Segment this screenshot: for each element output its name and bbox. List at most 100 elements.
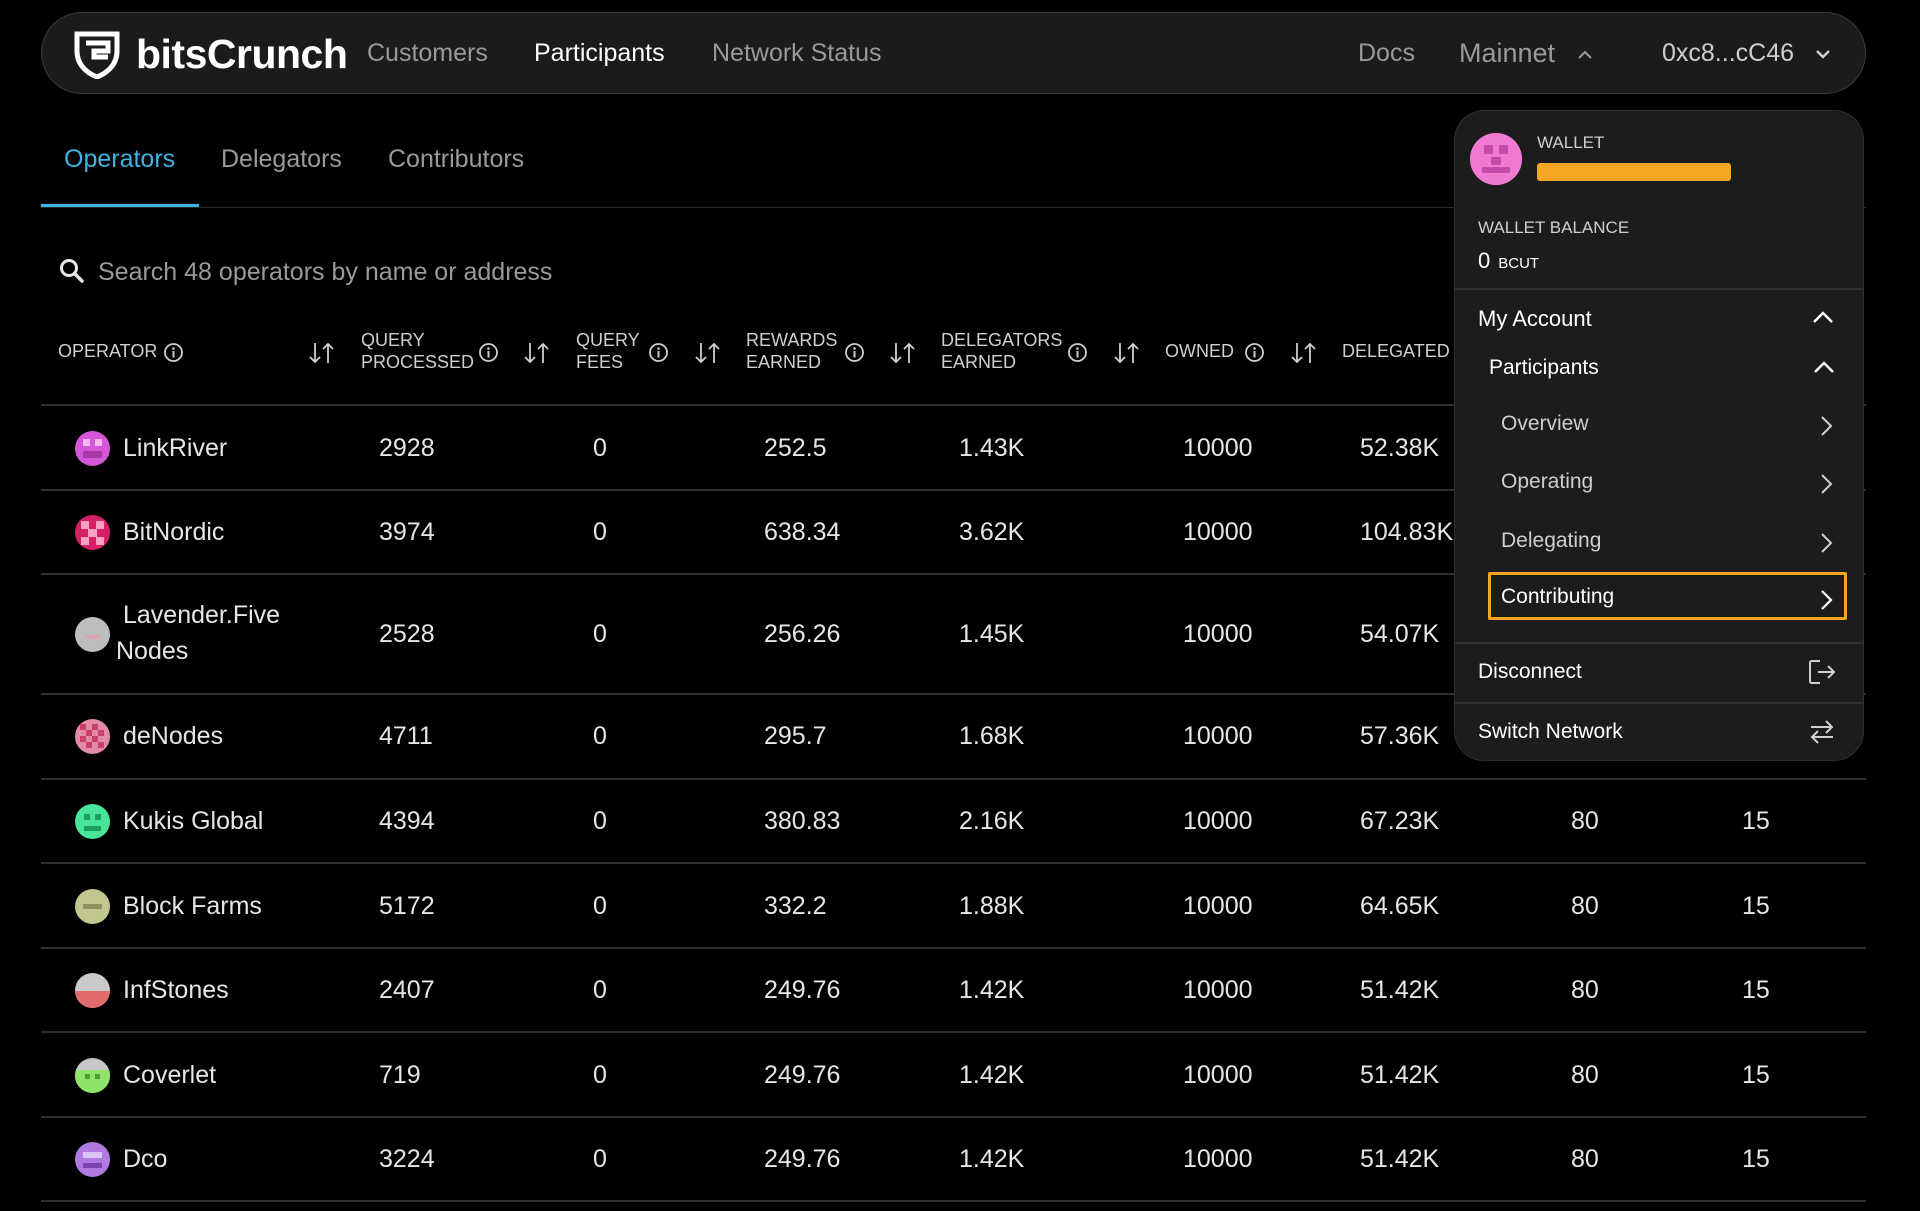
operator-name[interactable]: Dco bbox=[123, 1141, 167, 1177]
cell-delegators-earned: 1.45K bbox=[959, 620, 1025, 648]
cell-query-fees: 0 bbox=[593, 722, 607, 750]
cell-column-8: 80 bbox=[1571, 1061, 1599, 1089]
operator-name[interactable]: Block Farms bbox=[123, 888, 262, 924]
operator-name[interactable]: Kukis Global bbox=[123, 803, 263, 839]
info-icon[interactable] bbox=[163, 342, 184, 363]
sort-icon[interactable] bbox=[522, 340, 552, 366]
header-query-fees-line1: Query bbox=[576, 330, 640, 350]
header-query-processed[interactable]: Query Processed bbox=[361, 329, 474, 373]
cell-column-8: 80 bbox=[1571, 807, 1599, 835]
wallet-button[interactable]: 0xc8...cC46 bbox=[1662, 13, 1831, 93]
cell-rewards-earned: 295.7 bbox=[764, 722, 827, 750]
cell-owned: 10000 bbox=[1183, 807, 1253, 835]
nav-link-docs[interactable]: Docs bbox=[1358, 13, 1415, 93]
brand-logo[interactable]: bitsCrunch bbox=[72, 27, 348, 81]
cell-column-9: 15 bbox=[1742, 1145, 1770, 1173]
sort-icon[interactable] bbox=[307, 340, 337, 366]
cell-rewards-earned: 249.76 bbox=[764, 1145, 841, 1173]
table-row[interactable]: Block Farms 5172 0 332.2 1.88K 10000 64.… bbox=[41, 864, 1866, 949]
chevron-right-icon[interactable] bbox=[1817, 588, 1835, 612]
cell-query-fees: 0 bbox=[593, 892, 607, 920]
switch-network-button[interactable]: Switch Network bbox=[1478, 720, 1623, 744]
cell-query-fees: 0 bbox=[593, 1061, 607, 1089]
cell-owned: 10000 bbox=[1183, 620, 1253, 648]
operator-name[interactable]: BitNordic bbox=[123, 514, 224, 550]
tab-delegators[interactable]: Delegators bbox=[221, 145, 342, 174]
cell-owned: 10000 bbox=[1183, 892, 1253, 920]
table-row[interactable]: Coverlet 719 0 249.76 1.42K 10000 51.42K… bbox=[41, 1033, 1866, 1118]
info-icon[interactable] bbox=[478, 342, 499, 363]
cell-query-processed: 3224 bbox=[379, 1145, 435, 1173]
sort-icon[interactable] bbox=[1112, 340, 1142, 366]
chevron-right-icon[interactable] bbox=[1817, 472, 1835, 496]
chevron-right-icon[interactable] bbox=[1817, 531, 1835, 555]
my-account-toggle[interactable]: My Account bbox=[1478, 306, 1592, 332]
logout-icon[interactable] bbox=[1807, 658, 1837, 686]
operator-avatar bbox=[75, 719, 110, 754]
operator-name[interactable]: deNodes bbox=[123, 718, 223, 754]
cell-owned: 10000 bbox=[1183, 722, 1253, 750]
tab-contributors[interactable]: Contributors bbox=[388, 145, 524, 174]
top-navbar: bitsCrunch Customers Participants Networ… bbox=[41, 12, 1866, 94]
cell-query-processed: 3974 bbox=[379, 518, 435, 546]
sort-icon[interactable] bbox=[1289, 340, 1319, 366]
row-divider bbox=[41, 1200, 1866, 1202]
operator-name[interactable]: LinkRiver bbox=[123, 430, 227, 466]
operator-avatar bbox=[75, 1058, 110, 1093]
menu-item-operating[interactable]: Operating bbox=[1501, 470, 1593, 494]
operator-name-line2[interactable]: Nodes bbox=[116, 633, 188, 669]
participants-toggle[interactable]: Participants bbox=[1489, 356, 1599, 380]
table-row[interactable]: InfStones 2407 0 249.76 1.42K 10000 51.4… bbox=[41, 949, 1866, 1033]
cell-query-fees: 0 bbox=[593, 620, 607, 648]
cell-column-8: 80 bbox=[1571, 892, 1599, 920]
header-rewards-earned[interactable]: Rewards Earned bbox=[746, 329, 837, 373]
network-selector[interactable]: Mainnet bbox=[1459, 13, 1593, 93]
menu-item-contributing[interactable]: Contributing bbox=[1501, 585, 1614, 609]
menu-item-delegating[interactable]: Delegating bbox=[1501, 529, 1601, 553]
info-icon[interactable] bbox=[1067, 342, 1088, 363]
header-query-fees[interactable]: Query Fees bbox=[576, 329, 640, 373]
operator-avatar bbox=[75, 515, 110, 550]
header-delegators-earned[interactable]: Delegators Earned bbox=[941, 329, 1062, 373]
operator-avatar bbox=[75, 431, 110, 466]
chevron-up-icon[interactable] bbox=[1812, 358, 1836, 378]
chevron-up-icon[interactable] bbox=[1811, 308, 1835, 328]
cell-column-8: 80 bbox=[1571, 976, 1599, 1004]
operator-name[interactable]: Coverlet bbox=[123, 1057, 216, 1093]
operator-avatar bbox=[75, 973, 110, 1008]
nav-link-network-status[interactable]: Network Status bbox=[712, 13, 882, 93]
cell-rewards-earned: 252.5 bbox=[764, 434, 827, 462]
swap-icon[interactable] bbox=[1807, 718, 1837, 746]
operator-name[interactable]: InfStones bbox=[123, 972, 229, 1008]
tab-operators[interactable]: Operators bbox=[64, 145, 175, 174]
cell-delegators-earned: 1.68K bbox=[959, 722, 1025, 750]
cell-owned: 10000 bbox=[1183, 518, 1253, 546]
search-icon bbox=[60, 259, 84, 283]
header-owned[interactable]: Owned bbox=[1165, 340, 1234, 362]
search-input[interactable] bbox=[98, 252, 998, 292]
sort-icon[interactable] bbox=[888, 340, 918, 366]
info-icon[interactable] bbox=[648, 342, 669, 363]
nav-link-customers[interactable]: Customers bbox=[367, 13, 488, 93]
cell-delegated: 104.83K bbox=[1360, 518, 1454, 546]
table-row[interactable]: Dco 3224 0 249.76 1.42K 10000 51.42K 80 … bbox=[41, 1118, 1866, 1202]
cell-delegators-earned: 1.43K bbox=[959, 434, 1025, 462]
header-delegated[interactable]: Delegated bbox=[1342, 340, 1450, 362]
operator-name-line1[interactable]: Lavender.Five bbox=[123, 597, 280, 633]
dropdown-divider bbox=[1455, 642, 1863, 644]
cell-delegated: 51.42K bbox=[1360, 976, 1440, 1004]
cell-query-processed: 5172 bbox=[379, 892, 435, 920]
brand-name: bitsCrunch bbox=[136, 30, 348, 77]
menu-item-overview[interactable]: Overview bbox=[1501, 412, 1589, 436]
table-row[interactable]: Kukis Global 4394 0 380.83 2.16K 10000 6… bbox=[41, 780, 1866, 864]
disconnect-button[interactable]: Disconnect bbox=[1478, 660, 1582, 684]
chevron-right-icon[interactable] bbox=[1817, 414, 1835, 438]
operator-avatar bbox=[75, 804, 110, 839]
dropdown-divider bbox=[1455, 702, 1863, 704]
info-icon[interactable] bbox=[1244, 342, 1265, 363]
operator-avatar bbox=[75, 1142, 110, 1177]
sort-icon[interactable] bbox=[693, 340, 723, 366]
header-operator[interactable]: Operator bbox=[58, 340, 157, 362]
nav-link-participants[interactable]: Participants bbox=[534, 13, 665, 93]
info-icon[interactable] bbox=[844, 342, 865, 363]
